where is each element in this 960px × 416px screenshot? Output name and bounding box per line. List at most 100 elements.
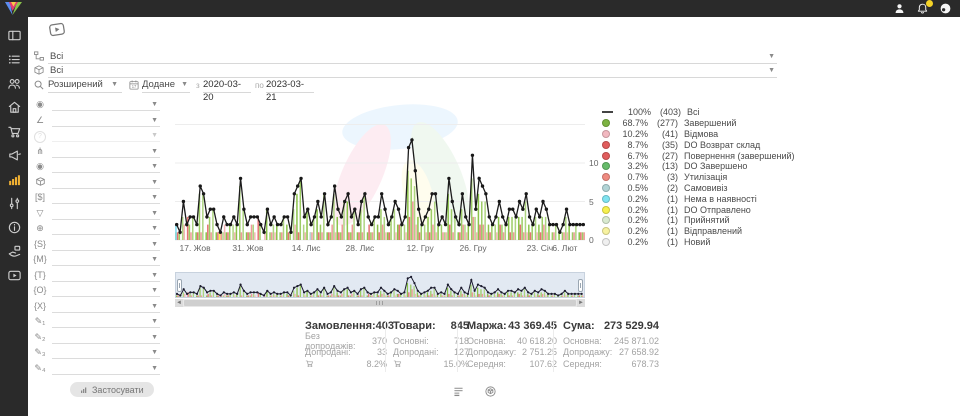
legend-item[interactable]: 6.7%(27)Повернення (завершений) <box>602 150 795 161</box>
x-tick-label: 28. Лис <box>346 243 375 253</box>
filter-select[interactable]: ▼ <box>52 346 160 359</box>
stat-sub-label: Основна: <box>467 336 506 346</box>
date-to-input[interactable]: 2023-03-21 <box>266 78 314 93</box>
legend-percent: 8.7% <box>615 140 648 150</box>
filter-select[interactable]: ▼ <box>52 207 160 220</box>
legend-item[interactable]: 10.2%(41)Відмова <box>602 129 795 140</box>
chevron-down-icon: ▼ <box>151 131 158 140</box>
sliders-icon[interactable] <box>7 196 22 211</box>
navigator-left-handle[interactable] <box>177 279 182 292</box>
filter-row-note-1: ✎₁▼ <box>33 315 160 329</box>
x-tick-label: 31. Жов <box>232 243 263 253</box>
chevron-down-icon: ▼ <box>151 271 158 280</box>
legend-percent: 0.2% <box>615 205 648 215</box>
navigator-right-handle[interactable] <box>578 279 583 292</box>
legend-swatch <box>602 173 610 181</box>
scroll-right-arrow[interactable]: ► <box>577 299 585 307</box>
stat-sub-value: 40 618.20 <box>517 336 557 346</box>
dashboard-icon[interactable] <box>7 28 22 43</box>
legend-swatch <box>602 152 610 160</box>
legend-count: (27) <box>648 151 678 161</box>
legend-label: DO Отправлено <box>684 205 751 215</box>
legend-item[interactable]: 68.7%(277)Завершений <box>602 118 795 129</box>
filter-select[interactable]: ▼ <box>52 191 160 204</box>
filter-row-globe: ⊕▼ <box>33 222 160 236</box>
filter-select[interactable]: ▼ <box>52 362 160 375</box>
scroll-left-arrow[interactable]: ◄ <box>175 299 183 307</box>
calendar-icon: 17 <box>128 79 140 91</box>
stat-sub-label: Середня: <box>467 359 506 369</box>
scrollbar-thumb[interactable] <box>184 300 576 306</box>
legend-item[interactable]: 0.2%(1)Новий <box>602 237 795 248</box>
legend-item[interactable]: 0.5%(2)Самовивіз <box>602 183 795 194</box>
product-filter[interactable]: Всі ▼ <box>33 64 777 78</box>
filter-select[interactable]: ▼ <box>52 129 160 142</box>
filter-select[interactable]: ▼ <box>52 238 160 251</box>
note-3-icon: ✎₃ <box>33 346 47 358</box>
filter-row-funnel: ▽▼ <box>33 207 160 221</box>
orders-chart[interactable] <box>175 95 585 245</box>
avatar-icon[interactable] <box>939 2 952 15</box>
filter-select[interactable]: ▼ <box>52 176 160 189</box>
package-circle-icon[interactable] <box>484 385 497 398</box>
chevron-down-icon: ▼ <box>151 100 158 109</box>
filter-select[interactable]: ▼ <box>52 114 160 127</box>
category-filter[interactable]: Всі ▼ <box>33 50 777 64</box>
search-mode-select[interactable]: Розширений ▼ <box>48 78 122 93</box>
analytics-icon[interactable] <box>7 172 22 187</box>
chevron-down-icon: ▼ <box>151 333 158 342</box>
legend-item[interactable]: 3.2%(13)DO Завершено <box>602 161 795 172</box>
y-tick-label: 0 <box>589 235 594 245</box>
apply-button[interactable]: Застосувати <box>70 382 154 397</box>
filter-select[interactable]: ▼ <box>52 160 160 173</box>
summary-list-icon[interactable] <box>452 385 465 398</box>
legend-item[interactable]: 0.2%(1)Нема в наявності <box>602 193 795 204</box>
filter-select[interactable]: ▼ <box>52 145 160 158</box>
chart-navigator[interactable] <box>175 272 585 298</box>
chevron-down-icon: ▼ <box>151 286 158 295</box>
date-field-select[interactable]: Додане ▼ <box>142 78 190 93</box>
filter-row-help-circle: ?▼ <box>33 129 160 143</box>
analytics-page: Всі ▼ Всі ▼ Розширений ▼ 17 Додане ▼ з 2… <box>0 0 960 416</box>
filter-select[interactable]: ▼ <box>52 253 160 266</box>
legend-item[interactable]: 8.7%(35)DO Возврат склад <box>602 139 795 150</box>
legend-count: (1) <box>648 215 678 225</box>
orders-list-icon[interactable] <box>7 52 22 67</box>
filter-select[interactable]: ▼ <box>52 331 160 344</box>
y-tick-label: 5 <box>589 197 594 207</box>
megaphone-icon[interactable] <box>7 148 22 163</box>
legend-item[interactable]: 100%(403)Всі <box>602 107 795 118</box>
info-icon[interactable] <box>7 220 22 235</box>
bell-icon[interactable] <box>916 2 929 15</box>
cart-icon[interactable] <box>7 124 22 139</box>
x-tick-label: 17. Жов <box>179 243 210 253</box>
clients-icon[interactable] <box>7 76 22 91</box>
filter-select[interactable]: ▼ <box>52 284 160 297</box>
date-from-input[interactable]: 2020-03-20 <box>203 78 251 93</box>
legend-item[interactable]: 0.7%(3)Утилізація <box>602 172 795 183</box>
legend-item[interactable]: 0.2%(1)Відправлений <box>602 226 795 237</box>
search-mode-value: Розширений <box>48 79 103 90</box>
legend-count: (3) <box>648 172 678 182</box>
stat-sub-value: 2 751.25 <box>522 347 557 357</box>
legend-item[interactable]: 0.2%(1)DO Отправлено <box>602 204 795 215</box>
filter-select[interactable]: ▼ <box>52 300 160 313</box>
navigator-scrollbar[interactable]: ◄ ► <box>175 299 585 307</box>
filter-row-tag-s: {S}▼ <box>33 238 160 252</box>
stat-title: Маржа: <box>467 320 507 335</box>
filter-select[interactable]: ▼ <box>52 269 160 282</box>
legend-label: Завершений <box>684 118 736 128</box>
store-icon[interactable] <box>7 100 22 115</box>
chevron-down-icon: ▼ <box>151 162 158 171</box>
legend-item[interactable]: 0.2%(1)Прийнятий <box>602 215 795 226</box>
video-icon[interactable] <box>7 268 22 283</box>
legend-label: Відправлений <box>684 226 742 236</box>
filter-select[interactable]: ▼ <box>52 315 160 328</box>
filter-select[interactable]: ▼ <box>52 222 160 235</box>
filter-select[interactable]: ▼ <box>52 98 160 111</box>
video-tutorial-icon[interactable] <box>45 19 69 39</box>
apply-button-label: Застосувати <box>92 385 144 395</box>
app-logo-icon[interactable] <box>3 1 24 16</box>
hand-box-icon[interactable] <box>7 244 22 259</box>
user-icon[interactable] <box>893 2 906 15</box>
